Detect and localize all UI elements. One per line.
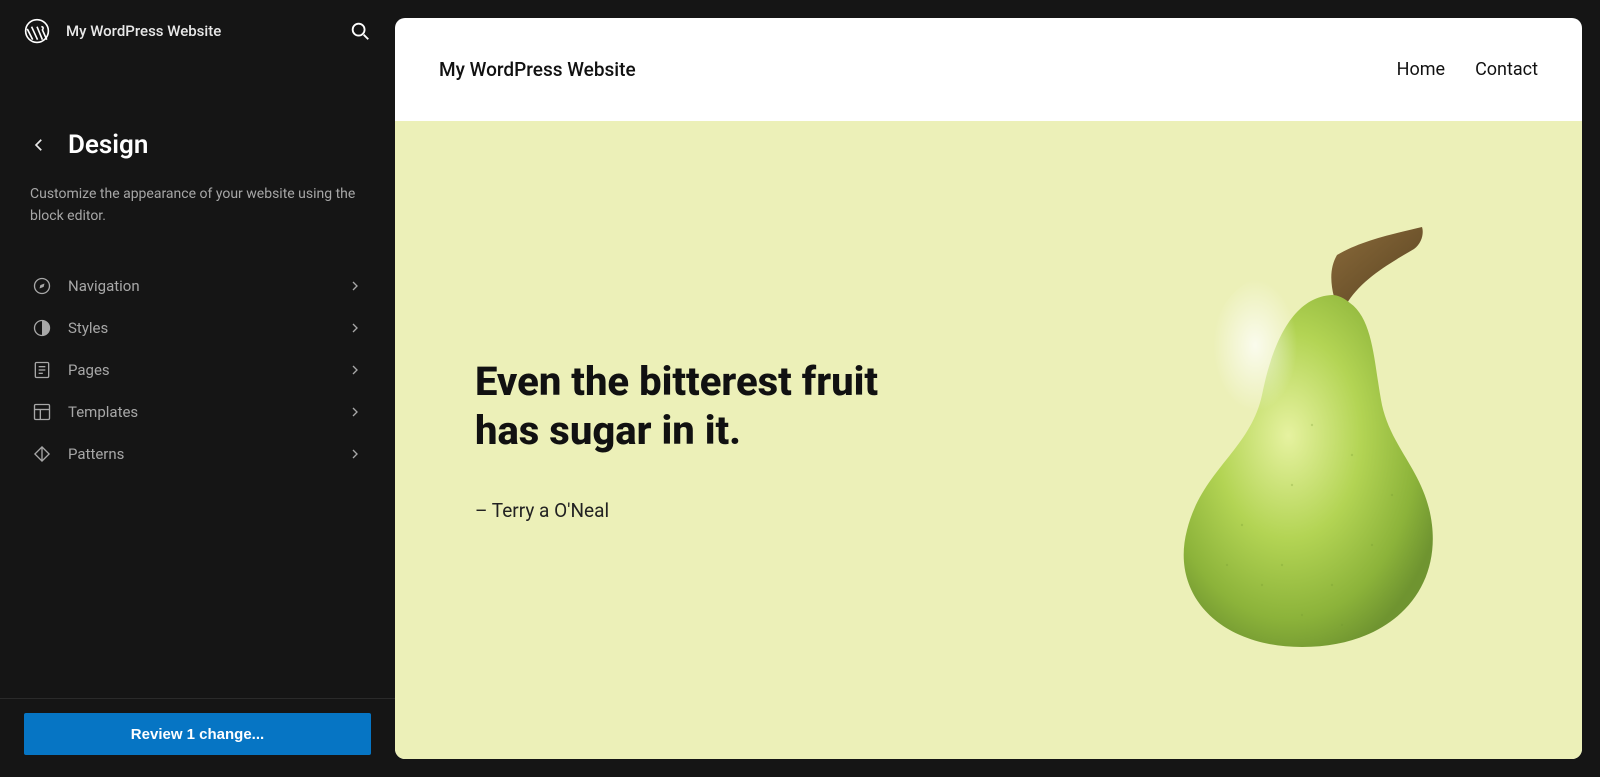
wordpress-logo-icon[interactable] — [24, 18, 50, 44]
preview-site-title[interactable]: My WordPress Website — [439, 58, 636, 81]
chevron-right-icon — [347, 446, 363, 462]
preview-header: My WordPress Website Home Contact — [395, 18, 1582, 121]
hero-quote-line2: has sugar in it. — [475, 407, 741, 454]
half-circle-icon — [32, 318, 52, 338]
nav-item-label: Pages — [68, 361, 110, 379]
review-changes-button[interactable]: Review 1 change... — [24, 713, 371, 755]
chevron-right-icon — [347, 362, 363, 378]
page-icon — [32, 360, 52, 380]
back-button[interactable] — [30, 136, 48, 154]
nav-item-styles[interactable]: Styles — [8, 307, 387, 349]
nav-item-navigation[interactable]: Navigation — [8, 265, 387, 307]
hero-attribution: – Terry a O'Neal — [475, 499, 878, 522]
nav-item-label: Templates — [68, 403, 138, 421]
panel-heading: Design — [0, 62, 395, 170]
chevron-right-icon — [347, 278, 363, 294]
nav-item-templates[interactable]: Templates — [8, 391, 387, 433]
hero-text: Even the bitterest fruit has sugar in it… — [475, 358, 878, 523]
pear-image — [1132, 225, 1462, 655]
preview-nav: Home Contact — [1397, 59, 1538, 80]
editor-sidebar: My WordPress Website Design Customize th… — [0, 0, 395, 777]
panel-title: Design — [68, 130, 148, 160]
layout-icon — [32, 402, 52, 422]
nav-link-contact[interactable]: Contact — [1475, 59, 1538, 80]
divider — [0, 698, 395, 699]
design-nav-list: Navigation Styles — [0, 257, 395, 475]
nav-item-label: Styles — [68, 319, 108, 337]
chevron-right-icon — [347, 320, 363, 336]
nav-item-pages[interactable]: Pages — [8, 349, 387, 391]
editor-canvas: My WordPress Website Home Contact Even t… — [395, 0, 1600, 777]
nav-item-label: Navigation — [68, 277, 140, 295]
compass-icon — [32, 276, 52, 296]
top-bar: My WordPress Website — [0, 0, 395, 62]
nav-link-home[interactable]: Home — [1397, 59, 1445, 80]
hero-quote-line1: Even the bitterest fruit — [475, 358, 878, 405]
site-name[interactable]: My WordPress Website — [66, 22, 221, 40]
hero-section: Even the bitterest fruit has sugar in it… — [395, 121, 1582, 759]
nav-item-label: Patterns — [68, 445, 124, 463]
hero-quote: Even the bitterest fruit has sugar in it… — [475, 358, 878, 456]
nav-item-patterns[interactable]: Patterns — [8, 433, 387, 475]
panel-description: Customize the appearance of your website… — [0, 170, 395, 257]
search-icon[interactable] — [349, 20, 371, 42]
chevron-right-icon — [347, 404, 363, 420]
site-preview[interactable]: My WordPress Website Home Contact Even t… — [395, 18, 1582, 759]
diamond-icon — [32, 444, 52, 464]
